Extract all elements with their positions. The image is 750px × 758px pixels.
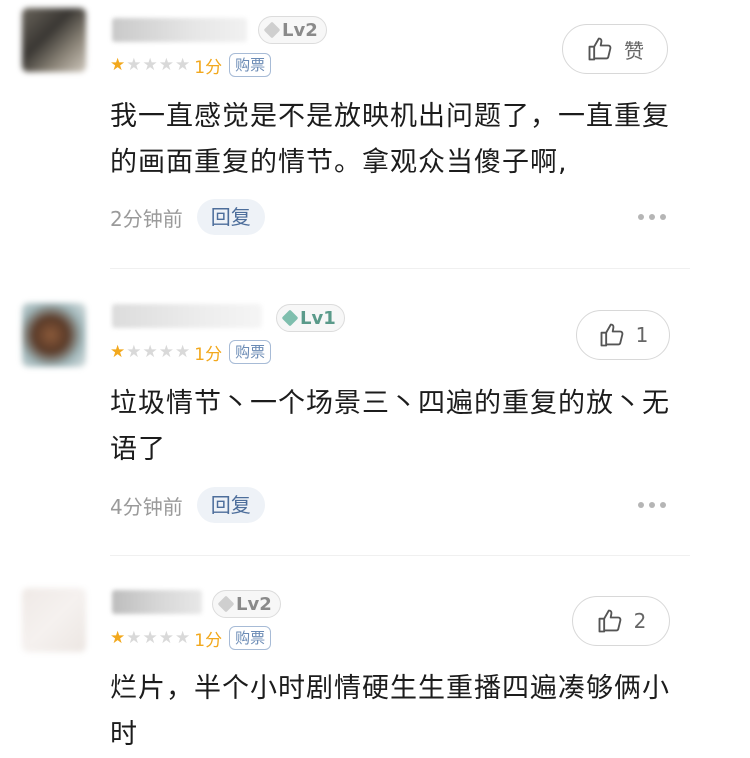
like-count: 2	[633, 609, 647, 633]
like-count: 1	[635, 323, 649, 347]
star-icon: ★	[110, 627, 126, 648]
divider	[110, 555, 690, 556]
score-text: 1分	[194, 630, 223, 651]
star-rating: ★ ★ ★ ★ ★	[110, 627, 191, 648]
level-label: Lv2	[282, 19, 318, 41]
star-rating: ★ ★ ★ ★ ★	[110, 341, 191, 362]
timestamp: 2分钟前	[110, 206, 183, 231]
level-badge: Lv1	[276, 304, 345, 332]
gem-icon	[263, 21, 281, 39]
like-button[interactable]: 赞	[562, 24, 668, 74]
thumbs-up-icon	[600, 323, 624, 347]
gem-icon	[281, 309, 299, 327]
star-icon: ★	[142, 627, 158, 648]
star-icon: ★	[175, 54, 191, 75]
username-blurred[interactable]	[112, 590, 202, 614]
star-icon: ★	[158, 341, 174, 362]
comment-text: 我一直感觉是不是放映机出问题了，一直重复的画面重复的情节。拿观众当傻子啊,	[110, 101, 670, 178]
star-icon: ★	[126, 54, 142, 75]
rating-row: ★ ★ ★ ★ ★ 1分 购票	[110, 339, 272, 365]
more-dots-icon[interactable]	[638, 502, 666, 508]
score-text: 1分	[194, 344, 223, 365]
thumbs-up-icon	[598, 609, 622, 633]
username-blurred[interactable]	[112, 18, 247, 42]
star-icon: ★	[110, 54, 126, 75]
level-label: Lv2	[236, 593, 272, 615]
like-button[interactable]: 1	[576, 310, 670, 360]
rating-row: ★ ★ ★ ★ ★ 1分 购票	[110, 52, 272, 78]
meta-row: 4分钟前 回复	[110, 487, 265, 523]
ticket-badge: 购票	[229, 340, 272, 364]
level-badge: Lv2	[212, 590, 281, 618]
star-icon: ★	[158, 54, 174, 75]
star-rating: ★ ★ ★ ★ ★	[110, 54, 191, 75]
ticket-badge: 购票	[229, 53, 272, 77]
timestamp: 4分钟前	[110, 494, 183, 519]
star-icon: ★	[175, 341, 191, 362]
rating-row: ★ ★ ★ ★ ★ 1分 购票	[110, 625, 272, 651]
thumbs-up-icon	[588, 37, 612, 61]
avatar[interactable]	[22, 303, 86, 367]
star-icon: ★	[110, 341, 126, 362]
avatar[interactable]	[22, 588, 86, 652]
more-dots-icon[interactable]	[638, 214, 666, 220]
username-blurred[interactable]	[112, 304, 262, 328]
star-icon: ★	[142, 54, 158, 75]
meta-row: 2分钟前 回复	[110, 199, 265, 235]
like-button[interactable]: 2	[572, 596, 670, 646]
star-icon: ★	[175, 627, 191, 648]
avatar[interactable]	[22, 8, 86, 72]
level-label: Lv1	[300, 307, 336, 329]
ticket-badge: 购票	[229, 626, 272, 650]
score-text: 1分	[194, 57, 223, 78]
star-icon: ★	[126, 341, 142, 362]
reply-button[interactable]: 回复	[196, 487, 265, 523]
star-icon: ★	[126, 627, 142, 648]
comment-text: 烂片，半个小时剧情硬生生重播四遍凑够俩小时	[110, 673, 670, 750]
comment-text: 垃圾情节丶一个场景三丶四遍的重复的放丶无语了	[110, 388, 670, 465]
divider	[110, 268, 690, 269]
star-icon: ★	[142, 341, 158, 362]
level-badge: Lv2	[258, 16, 327, 44]
like-label: 赞	[624, 38, 644, 63]
reply-button[interactable]: 回复	[196, 199, 265, 235]
gem-icon	[217, 595, 235, 613]
star-icon: ★	[158, 627, 174, 648]
